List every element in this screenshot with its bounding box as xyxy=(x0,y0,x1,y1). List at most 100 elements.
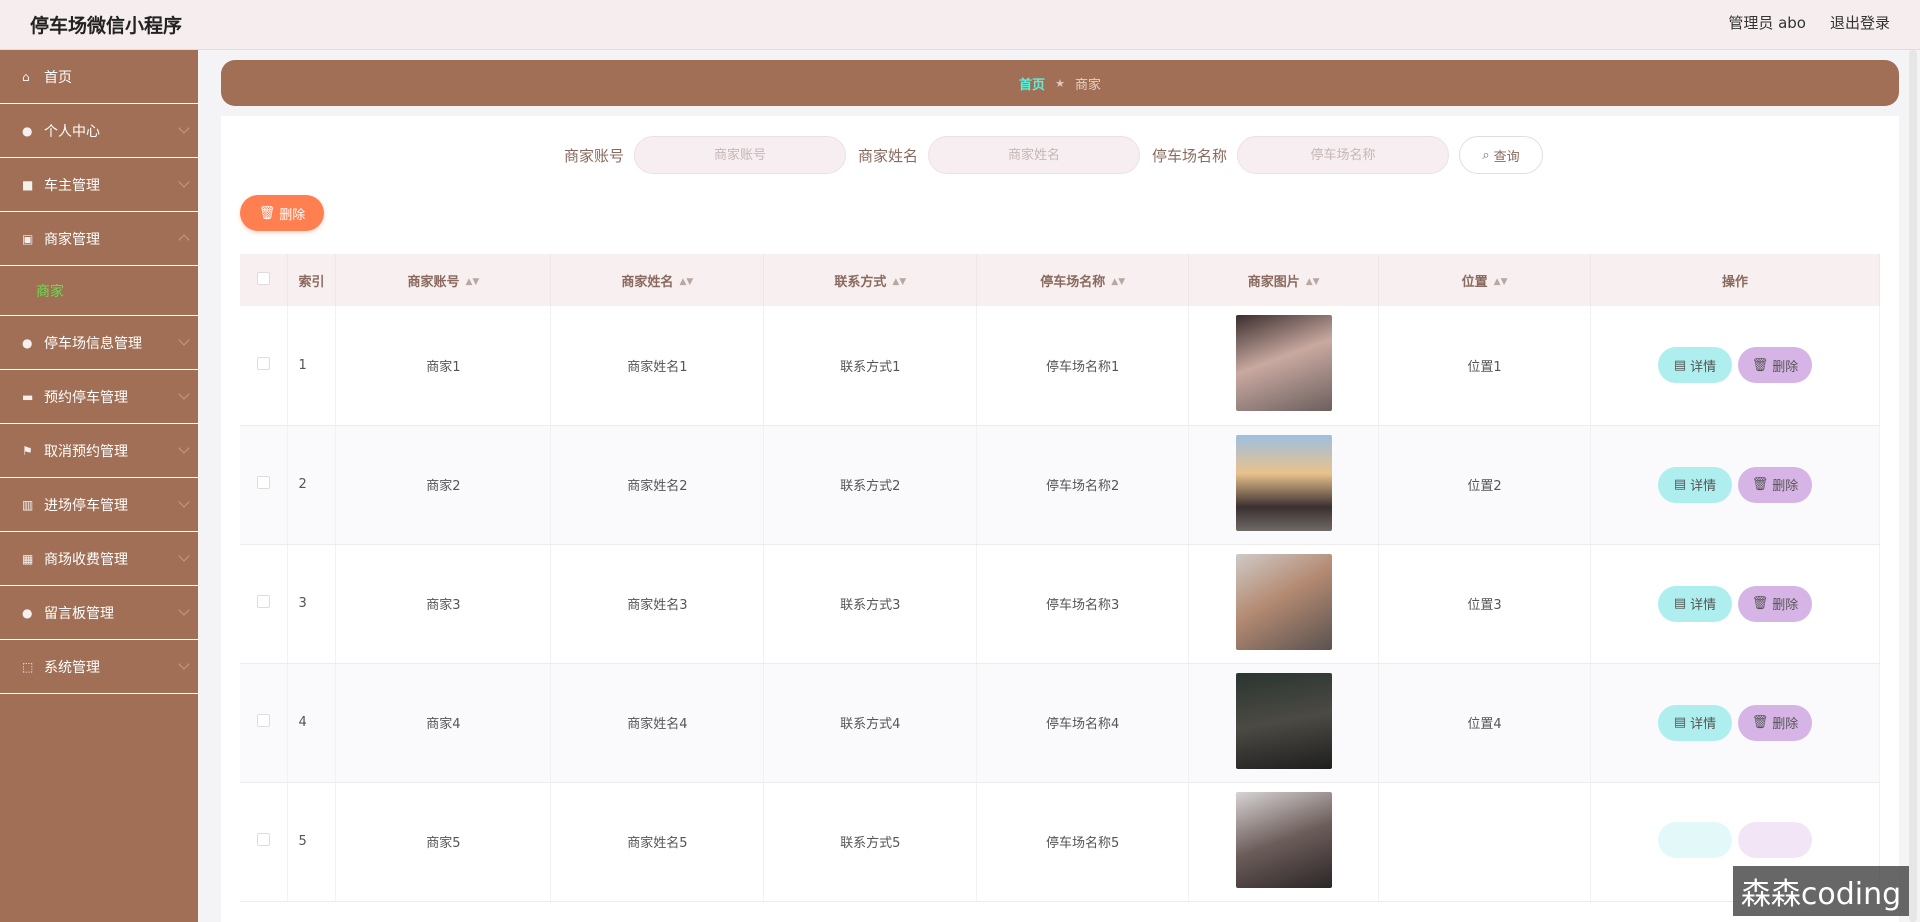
table-row: 5 商家5 商家姓名5 联系方式5 停车场名称5 xyxy=(240,782,1880,902)
location-cell: 位置3 xyxy=(1378,544,1592,664)
sidebar-item-label: 取消预约管理 xyxy=(44,443,128,460)
image-cell xyxy=(1188,544,1380,664)
sidebar-subitem-merchant[interactable]: 商家 xyxy=(0,266,198,316)
chevron-down-icon xyxy=(178,388,190,400)
lot-header-label: 停车场名称 xyxy=(1040,274,1106,290)
row-checkbox[interactable] xyxy=(257,714,271,727)
chevron-down-icon xyxy=(178,442,190,454)
sidebar-item-entry-parking[interactable]: ▥ 进场停车管理 xyxy=(0,478,198,532)
admin-label[interactable]: 管理员 abo xyxy=(1728,12,1806,33)
sidebar-item-cancel-reservation[interactable]: ⚑ 取消预约管理 xyxy=(0,424,198,478)
sidebar-item-reservation[interactable]: ▬ 预约停车管理 xyxy=(0,370,198,424)
merchant-photo[interactable] xyxy=(1235,672,1332,769)
row-delete-button[interactable]: 🗑 删除 xyxy=(1738,704,1813,741)
sidebar-item-personal-center[interactable]: ● 个人中心 xyxy=(0,104,198,158)
location-cell: 位置2 xyxy=(1378,425,1592,545)
merchant-photo[interactable] xyxy=(1235,315,1332,412)
table-row: 3 商家3 商家姓名3 联系方式3 停车场名称3 位置3 ▤ 详情 🗑 删除 xyxy=(240,544,1880,664)
sidebar-item-home[interactable]: ⌂ 首页 xyxy=(0,50,198,104)
image-cell xyxy=(1188,306,1380,426)
account-header[interactable]: 商家账号 ▲▼ xyxy=(335,254,552,306)
contact-header[interactable]: 联系方式 ▲▼ xyxy=(763,254,978,306)
detail-button[interactable]: ▤ 详情 xyxy=(1658,704,1733,741)
sidebar-item-merchant-management[interactable]: ▣ 商家管理 xyxy=(0,212,198,266)
row-delete-button[interactable] xyxy=(1738,821,1813,858)
chevron-down-icon xyxy=(178,334,190,346)
detail-button[interactable] xyxy=(1658,821,1733,858)
frame-icon: ⬚ xyxy=(22,659,34,674)
query-label: 查询 xyxy=(1493,149,1520,165)
video-icon: ▬ xyxy=(22,389,34,404)
ops-cell: ▤ 详情 🗑 删除 xyxy=(1590,663,1880,783)
name-header[interactable]: 商家姓名 ▲▼ xyxy=(550,254,765,306)
lot-search-input[interactable] xyxy=(1237,136,1450,174)
query-button[interactable]: ⌕ 查询 xyxy=(1459,136,1544,174)
sort-icon: ▲▼ xyxy=(1111,277,1126,287)
sidebar-item-system[interactable]: ⬚ 系统管理 xyxy=(0,640,198,694)
sidebar-item-mall-fees[interactable]: ▦ 商场收费管理 xyxy=(0,532,198,586)
lot-label: 停车场名称 xyxy=(1152,146,1228,165)
account-cell: 商家4 xyxy=(335,663,552,783)
row-checkbox[interactable] xyxy=(257,833,271,846)
index-header: 索引 xyxy=(287,254,337,306)
detail-button[interactable]: ▤ 详情 xyxy=(1658,466,1733,503)
row-select-cell xyxy=(240,306,289,426)
row-delete-button[interactable]: 🗑 删除 xyxy=(1738,347,1813,384)
location-header[interactable]: 位置 ▲▼ xyxy=(1378,254,1592,306)
search-icon: ⌕ xyxy=(1482,147,1490,163)
location-cell xyxy=(1378,782,1592,902)
lot-cell: 停车场名称4 xyxy=(976,663,1190,783)
lot-header[interactable]: 停车场名称 ▲▼ xyxy=(976,254,1190,306)
detail-button[interactable]: ▤ 详情 xyxy=(1658,585,1733,622)
detail-button[interactable]: ▤ 详情 xyxy=(1658,347,1733,384)
select-all-checkbox[interactable] xyxy=(257,271,271,285)
sidebar-item-message-board[interactable]: ● 留言板管理 xyxy=(0,586,198,640)
lot-cell: 停车场名称2 xyxy=(976,425,1190,545)
name-cell: 商家姓名2 xyxy=(550,425,765,545)
contact-cell: 联系方式5 xyxy=(763,782,978,902)
row-delete-button[interactable]: 🗑 删除 xyxy=(1738,585,1813,622)
vertical-scrollbar[interactable] xyxy=(1906,50,1920,922)
name-cell: 商家姓名1 xyxy=(550,306,765,426)
user-icon: ● xyxy=(22,605,33,620)
detail-label: 详情 xyxy=(1690,717,1717,732)
index-cell: 2 xyxy=(287,425,337,545)
top-right-actions: 管理员 abo 退出登录 xyxy=(1728,12,1890,33)
location-cell: 位置4 xyxy=(1378,663,1592,783)
name-label: 商家姓名 xyxy=(858,146,919,165)
sidebar-item-label: 留言板管理 xyxy=(44,605,114,622)
merchant-photo[interactable] xyxy=(1235,791,1332,888)
user-icon: ● xyxy=(22,123,33,138)
contact-cell: 联系方式2 xyxy=(763,425,978,545)
shop-icon: ▣ xyxy=(22,231,34,246)
merchant-table: 索引 商家账号 ▲▼ 商家姓名 ▲▼ 联系方式 ▲▼ 停车场名称 ▲▼ 商家图片 ▲▼ 位… xyxy=(240,254,1880,902)
account-search-input[interactable] xyxy=(634,136,847,174)
scrollbar-thumb[interactable] xyxy=(1909,50,1917,922)
contact-cell: 联系方式4 xyxy=(763,663,978,783)
bulk-delete-button[interactable]: 🗑 删除 xyxy=(240,195,324,231)
merchant-photo[interactable] xyxy=(1235,434,1332,531)
sidebar-item-parking-info[interactable]: ● 停车场信息管理 xyxy=(0,316,198,370)
name-search-input[interactable] xyxy=(928,136,1141,174)
merchant-photo[interactable] xyxy=(1235,553,1332,650)
breadcrumb-separator-icon: ★ xyxy=(1055,76,1065,90)
row-delete-button[interactable]: 🗑 删除 xyxy=(1738,466,1813,503)
sidebar-item-owner-management[interactable]: ■ 车主管理 xyxy=(0,158,198,212)
image-header[interactable]: 商家图片 ▲▼ xyxy=(1188,254,1380,306)
account-cell: 商家3 xyxy=(335,544,552,664)
row-checkbox[interactable] xyxy=(257,356,271,370)
table-header-row: 索引 商家账号 ▲▼ 商家姓名 ▲▼ 联系方式 ▲▼ 停车场名称 ▲▼ 商家图片 ▲▼ 位… xyxy=(240,254,1880,306)
sort-icon: ▲▼ xyxy=(679,277,694,287)
name-header-label: 商家姓名 xyxy=(621,274,674,290)
contact-cell: 联系方式1 xyxy=(763,306,978,426)
trash-icon: 🗑 xyxy=(1751,357,1769,373)
row-checkbox[interactable] xyxy=(257,476,271,489)
row-delete-label: 删除 xyxy=(1772,598,1799,613)
breadcrumb-home[interactable]: 首页 xyxy=(1019,74,1045,93)
sort-icon: ▲▼ xyxy=(1493,277,1508,287)
sidebar-item-label: 停车场信息管理 xyxy=(44,335,142,352)
ops-cell: ▤ 详情 🗑 删除 xyxy=(1590,544,1880,664)
sort-icon: ▲▼ xyxy=(1305,277,1320,287)
row-checkbox[interactable] xyxy=(257,595,271,608)
logout-link[interactable]: 退出登录 xyxy=(1830,12,1890,33)
